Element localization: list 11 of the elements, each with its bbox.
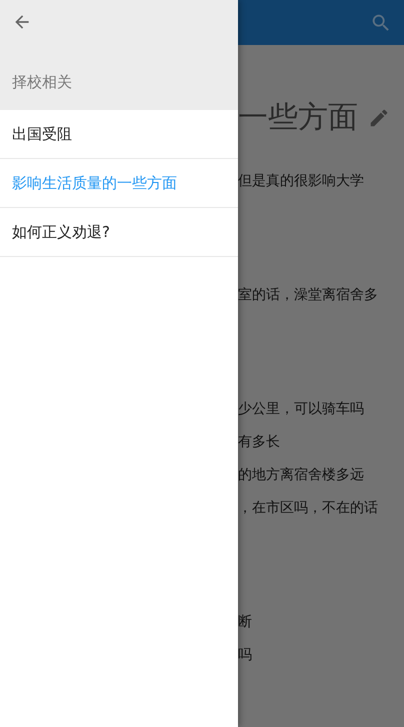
- body-text-line: 但是真的很影响大学: [238, 172, 365, 191]
- body-text-line: 少公里，可以骑车吗: [238, 400, 365, 419]
- body-text-line: 的地方离宿舍楼多远: [238, 466, 365, 485]
- body-text-line: 有多长: [238, 433, 281, 452]
- page-title: 一些方面: [238, 99, 358, 137]
- body-text-line: 断: [238, 613, 253, 632]
- body-text-line: 室的话，澡堂离宿舍多: [238, 286, 379, 305]
- drawer-category: 择校相关: [12, 73, 73, 92]
- body-text-line: ，在市区吗，不在的话: [238, 499, 379, 518]
- body-text-line: 吗: [238, 646, 253, 665]
- pencil-icon[interactable]: [368, 106, 390, 128]
